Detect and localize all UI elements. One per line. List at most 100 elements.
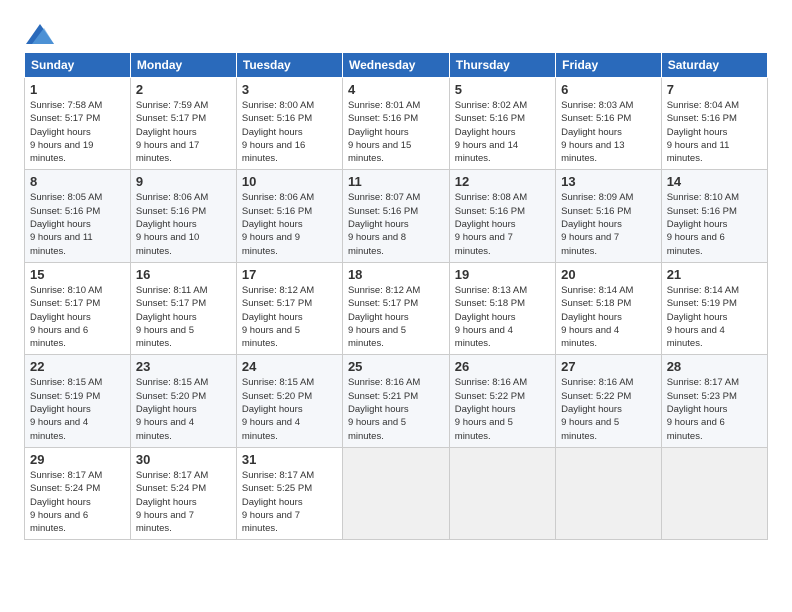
daylight-value: 9 hours and 4 minutes. xyxy=(561,325,619,349)
day-number: 21 xyxy=(667,267,762,282)
daylight-value: 9 hours and 10 minutes. xyxy=(136,232,199,256)
sunrise-label: Sunrise: 8:16 AM xyxy=(561,377,633,388)
calendar-week-row: 29 Sunrise: 8:17 AM Sunset: 5:24 PM Dayl… xyxy=(25,447,768,539)
sunrise-label: Sunrise: 8:13 AM xyxy=(455,285,527,296)
sunset-label: Sunset: 5:25 PM xyxy=(242,483,312,494)
cell-content: Sunrise: 8:07 AM Sunset: 5:16 PM Dayligh… xyxy=(348,191,444,257)
sunrise-label: Sunrise: 8:06 AM xyxy=(242,192,314,203)
calendar-cell xyxy=(661,447,767,539)
day-number: 10 xyxy=(242,174,337,189)
calendar-cell xyxy=(449,447,555,539)
cell-content: Sunrise: 8:16 AM Sunset: 5:22 PM Dayligh… xyxy=(561,376,656,442)
calendar-cell: 19 Sunrise: 8:13 AM Sunset: 5:18 PM Dayl… xyxy=(449,262,555,354)
daylight-label: Daylight hours xyxy=(348,312,409,323)
sunrise-label: Sunrise: 8:12 AM xyxy=(348,285,420,296)
sunrise-label: Sunrise: 8:11 AM xyxy=(136,285,208,296)
calendar-cell: 4 Sunrise: 8:01 AM Sunset: 5:16 PM Dayli… xyxy=(342,78,449,170)
daylight-value: 9 hours and 5 minutes. xyxy=(348,417,406,441)
daylight-value: 9 hours and 13 minutes. xyxy=(561,140,624,164)
day-number: 6 xyxy=(561,82,656,97)
daylight-label: Daylight hours xyxy=(30,219,91,230)
cell-content: Sunrise: 8:16 AM Sunset: 5:21 PM Dayligh… xyxy=(348,376,444,442)
daylight-label: Daylight hours xyxy=(348,404,409,415)
sunset-label: Sunset: 5:16 PM xyxy=(455,206,525,217)
calendar-cell: 7 Sunrise: 8:04 AM Sunset: 5:16 PM Dayli… xyxy=(661,78,767,170)
sunrise-label: Sunrise: 8:17 AM xyxy=(242,470,314,481)
day-number: 4 xyxy=(348,82,444,97)
sunrise-label: Sunrise: 7:59 AM xyxy=(136,100,208,111)
day-number: 15 xyxy=(30,267,125,282)
sunrise-label: Sunrise: 8:10 AM xyxy=(667,192,739,203)
day-number: 18 xyxy=(348,267,444,282)
sunset-label: Sunset: 5:21 PM xyxy=(348,391,418,402)
sunset-label: Sunset: 5:16 PM xyxy=(242,206,312,217)
sunset-label: Sunset: 5:18 PM xyxy=(455,298,525,309)
cell-content: Sunrise: 8:14 AM Sunset: 5:19 PM Dayligh… xyxy=(667,284,762,350)
sunrise-label: Sunrise: 8:14 AM xyxy=(561,285,633,296)
day-number: 31 xyxy=(242,452,337,467)
calendar-cell: 13 Sunrise: 8:09 AM Sunset: 5:16 PM Dayl… xyxy=(556,170,662,262)
day-number: 26 xyxy=(455,359,550,374)
calendar-cell: 31 Sunrise: 8:17 AM Sunset: 5:25 PM Dayl… xyxy=(236,447,342,539)
cell-content: Sunrise: 8:06 AM Sunset: 5:16 PM Dayligh… xyxy=(242,191,337,257)
cell-content: Sunrise: 8:15 AM Sunset: 5:19 PM Dayligh… xyxy=(30,376,125,442)
day-number: 20 xyxy=(561,267,656,282)
sunset-label: Sunset: 5:19 PM xyxy=(30,391,100,402)
calendar-week-row: 22 Sunrise: 8:15 AM Sunset: 5:19 PM Dayl… xyxy=(25,355,768,447)
sunrise-label: Sunrise: 8:15 AM xyxy=(30,377,102,388)
day-of-week-monday: Monday xyxy=(130,53,236,78)
sunrise-label: Sunrise: 8:05 AM xyxy=(30,192,102,203)
sunset-label: Sunset: 5:22 PM xyxy=(455,391,525,402)
sunrise-label: Sunrise: 8:10 AM xyxy=(30,285,102,296)
calendar-cell: 24 Sunrise: 8:15 AM Sunset: 5:20 PM Dayl… xyxy=(236,355,342,447)
cell-content: Sunrise: 8:12 AM Sunset: 5:17 PM Dayligh… xyxy=(348,284,444,350)
cell-content: Sunrise: 8:01 AM Sunset: 5:16 PM Dayligh… xyxy=(348,99,444,165)
calendar-cell: 11 Sunrise: 8:07 AM Sunset: 5:16 PM Dayl… xyxy=(342,170,449,262)
day-number: 8 xyxy=(30,174,125,189)
sunrise-label: Sunrise: 8:00 AM xyxy=(242,100,314,111)
daylight-value: 9 hours and 7 minutes. xyxy=(455,232,513,256)
calendar-cell: 6 Sunrise: 8:03 AM Sunset: 5:16 PM Dayli… xyxy=(556,78,662,170)
sunset-label: Sunset: 5:17 PM xyxy=(30,113,100,124)
calendar-cell xyxy=(556,447,662,539)
daylight-value: 9 hours and 4 minutes. xyxy=(242,417,300,441)
daylight-label: Daylight hours xyxy=(667,312,728,323)
cell-content: Sunrise: 8:04 AM Sunset: 5:16 PM Dayligh… xyxy=(667,99,762,165)
daylight-value: 9 hours and 5 minutes. xyxy=(455,417,513,441)
cell-content: Sunrise: 8:09 AM Sunset: 5:16 PM Dayligh… xyxy=(561,191,656,257)
day-number: 13 xyxy=(561,174,656,189)
day-of-week-tuesday: Tuesday xyxy=(236,53,342,78)
day-number: 12 xyxy=(455,174,550,189)
daylight-value: 9 hours and 6 minutes. xyxy=(30,325,88,349)
day-number: 27 xyxy=(561,359,656,374)
daylight-label: Daylight hours xyxy=(136,127,197,138)
daylight-value: 9 hours and 5 minutes. xyxy=(242,325,300,349)
daylight-label: Daylight hours xyxy=(30,497,91,508)
sunset-label: Sunset: 5:16 PM xyxy=(561,206,631,217)
day-of-week-sunday: Sunday xyxy=(25,53,131,78)
sunset-label: Sunset: 5:23 PM xyxy=(667,391,737,402)
daylight-value: 9 hours and 16 minutes. xyxy=(242,140,305,164)
sunset-label: Sunset: 5:16 PM xyxy=(667,206,737,217)
daylight-value: 9 hours and 6 minutes. xyxy=(667,417,725,441)
day-number: 19 xyxy=(455,267,550,282)
daylight-label: Daylight hours xyxy=(561,127,622,138)
daylight-value: 9 hours and 14 minutes. xyxy=(455,140,518,164)
logo xyxy=(24,24,54,44)
sunrise-label: Sunrise: 8:02 AM xyxy=(455,100,527,111)
day-number: 7 xyxy=(667,82,762,97)
daylight-value: 9 hours and 5 minutes. xyxy=(561,417,619,441)
daylight-value: 9 hours and 8 minutes. xyxy=(348,232,406,256)
calendar-cell: 21 Sunrise: 8:14 AM Sunset: 5:19 PM Dayl… xyxy=(661,262,767,354)
sunrise-label: Sunrise: 8:03 AM xyxy=(561,100,633,111)
day-number: 17 xyxy=(242,267,337,282)
day-number: 5 xyxy=(455,82,550,97)
sunset-label: Sunset: 5:16 PM xyxy=(348,206,418,217)
daylight-value: 9 hours and 9 minutes. xyxy=(242,232,300,256)
daylight-label: Daylight hours xyxy=(136,219,197,230)
daylight-value: 9 hours and 11 minutes. xyxy=(667,140,730,164)
day-number: 3 xyxy=(242,82,337,97)
calendar-cell: 2 Sunrise: 7:59 AM Sunset: 5:17 PM Dayli… xyxy=(130,78,236,170)
calendar-cell: 14 Sunrise: 8:10 AM Sunset: 5:16 PM Dayl… xyxy=(661,170,767,262)
calendar-table: SundayMondayTuesdayWednesdayThursdayFrid… xyxy=(24,52,768,540)
